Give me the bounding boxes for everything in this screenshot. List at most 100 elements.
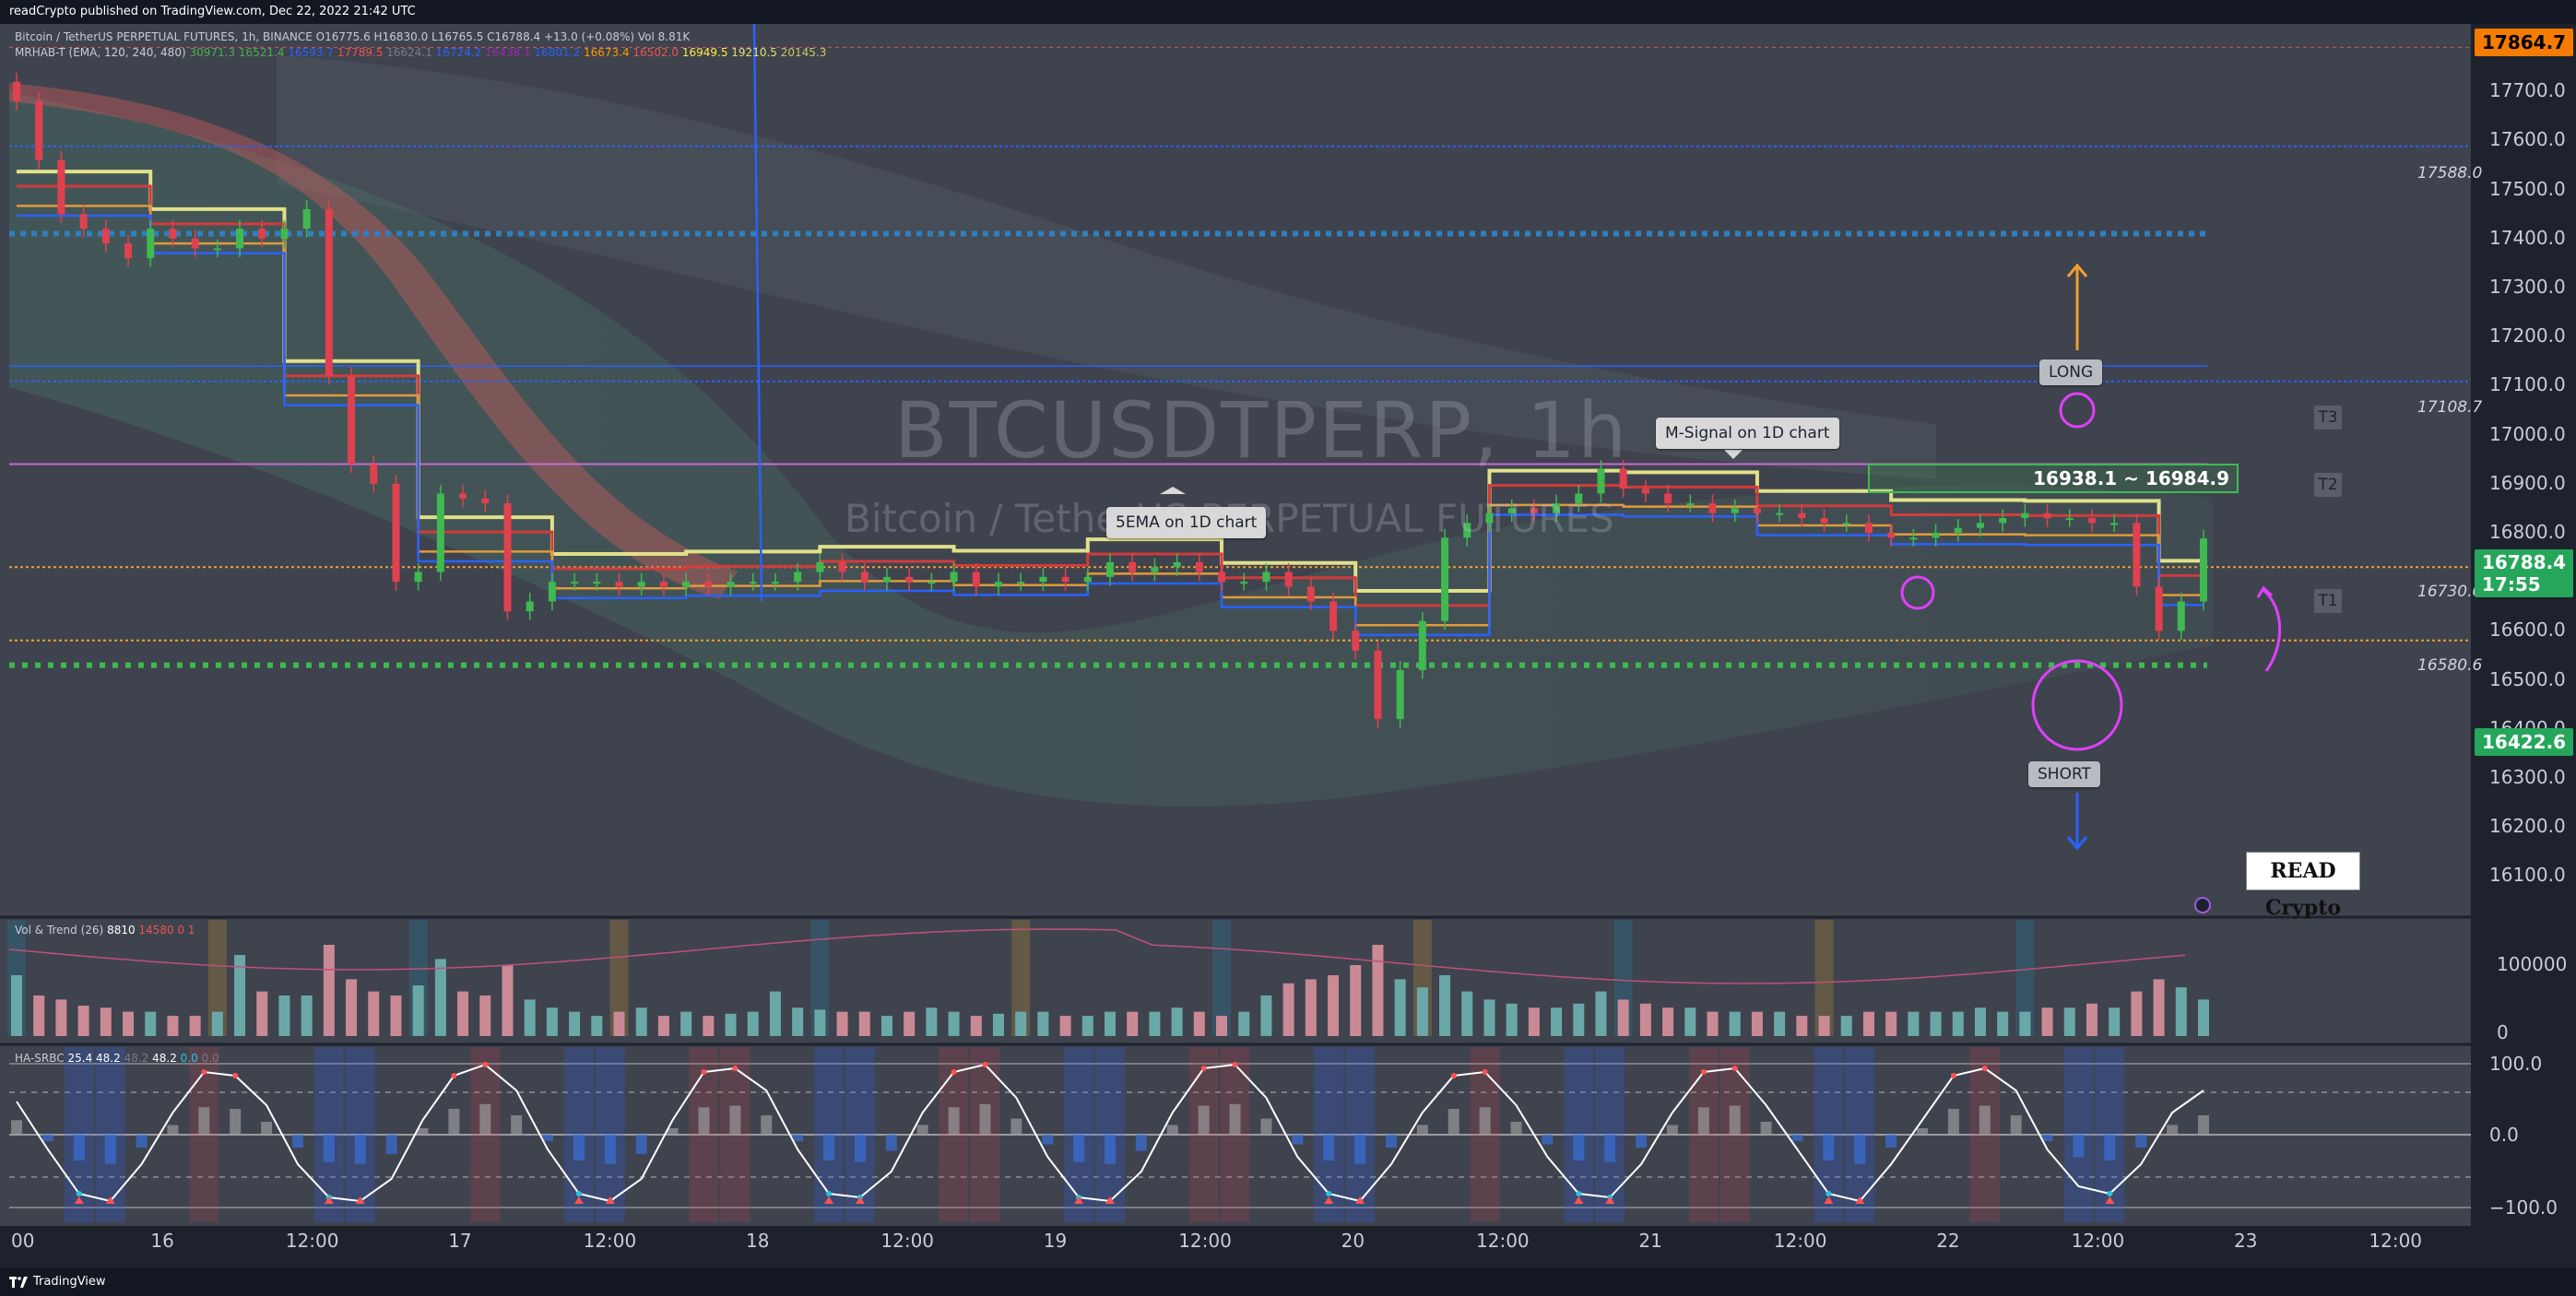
candle-body[interactable] [1708,503,1717,513]
candle-body[interactable] [1061,576,1069,583]
oscillator-histogram-bar[interactable] [1885,1135,1897,1148]
candle-body[interactable] [704,582,713,587]
candle-body[interactable] [1083,576,1092,583]
volume-bar[interactable] [502,965,514,1036]
oscillator-histogram-bar[interactable] [1010,1118,1022,1136]
candle-body[interactable] [593,582,601,584]
oscillator-histogram-bar[interactable] [2167,1125,2179,1136]
volume-bar[interactable] [1997,1011,2009,1036]
oscillator-histogram-bar[interactable] [2073,1135,2085,1158]
volume-bar[interactable] [836,1011,848,1036]
candle-body[interactable] [2155,586,2163,631]
candle-body[interactable] [2021,513,2029,519]
legend-volume[interactable]: Vol & Trend (26) 8810 14580 0 1 [15,924,195,937]
candle-body[interactable] [481,498,490,504]
oscillator-histogram-bar[interactable] [511,1115,523,1135]
candle-body[interactable] [2043,513,2051,519]
volume-bar[interactable] [1796,1016,1808,1036]
volume-bar[interactable] [703,1016,715,1036]
oscillator-histogram-bar[interactable] [1947,1109,1959,1135]
volume-bar[interactable] [2041,1007,2053,1036]
oscillator-histogram-bar[interactable] [823,1135,835,1161]
ema-callout[interactable]: 5EMA on 1D chart [1106,507,1267,538]
candle-body[interactable] [370,464,378,484]
candle-body[interactable] [213,248,221,251]
oscillator-histogram-bar[interactable] [1385,1135,1397,1148]
candle-body[interactable] [2110,523,2119,525]
volume-bar[interactable] [301,996,313,1036]
volume-bar[interactable] [792,1007,804,1036]
oscillator-histogram-bar[interactable] [198,1107,210,1135]
volume-bar[interactable] [1930,1011,1942,1036]
long-label[interactable]: LONG [2039,359,2103,385]
t3-label[interactable]: T3 [2314,406,2342,430]
candle-body[interactable] [2065,518,2074,521]
volume-bar[interactable] [434,959,446,1036]
oscillator-histogram-bar[interactable] [448,1109,460,1135]
candle-body[interactable] [1396,669,1404,720]
candle-body[interactable] [1909,537,1918,540]
volume-bar[interactable] [1305,979,1317,1036]
candle-body[interactable] [1864,523,1873,533]
candle-body[interactable] [972,571,980,587]
oscillator-histogram-bar[interactable] [136,1135,148,1148]
volume-bar[interactable] [1952,1011,1964,1036]
volume-bar[interactable] [948,1011,960,1036]
volume-bar[interactable] [1372,945,1384,1036]
candle-body[interactable] [1352,630,1360,651]
volume-bar[interactable] [145,1011,157,1036]
volume-bar[interactable] [613,1011,625,1036]
candle-body[interactable] [169,229,177,239]
volume-bar[interactable] [1350,965,1362,1036]
candle-body[interactable] [1306,586,1315,602]
candle-body[interactable] [2200,538,2207,602]
oscillator-histogram-bar[interactable] [385,1135,397,1154]
oscillator-histogram-bar[interactable] [354,1135,366,1164]
candle-body[interactable] [1106,561,1114,577]
candle-body[interactable] [1441,537,1449,621]
oscillator-histogram-bar[interactable] [573,1135,585,1161]
candle-body[interactable] [302,208,311,230]
oscillator-histogram-bar[interactable] [1292,1135,1304,1145]
candle-body[interactable] [860,571,869,583]
candle-body[interactable] [749,582,757,584]
volume-bar[interactable] [346,979,358,1036]
candle-body[interactable] [615,582,623,587]
candle-body[interactable] [436,493,444,572]
volume-bar[interactable] [858,1011,870,1036]
volume-bar[interactable] [1394,979,1406,1036]
candle-body[interactable] [79,214,88,230]
legend-main[interactable]: Bitcoin / TetherUS PERPETUAL FUTURES, 1h… [15,30,690,43]
candle-body[interactable] [459,493,467,499]
oscillator-histogram-bar[interactable] [1260,1118,1272,1136]
candle-body[interactable] [548,582,556,602]
candle-body[interactable] [950,571,958,583]
oscillator-histogram-bar[interactable] [2010,1115,2022,1135]
volume-bar[interactable] [680,1011,692,1036]
volume-bar[interactable] [1483,999,1495,1036]
oscillator-histogram-bar[interactable] [854,1135,866,1162]
msignal-callout[interactable]: M-Signal on 1D chart [1656,418,1839,449]
candle-body[interactable] [1776,513,1784,515]
oscillator-histogram-bar[interactable] [291,1135,303,1148]
t2-label[interactable]: T2 [2314,473,2342,497]
volume-bar[interactable] [1908,1011,1920,1036]
volume-bar[interactable] [1707,1011,1719,1036]
candle-body[interactable] [682,582,691,587]
candle-body[interactable] [1887,533,1896,538]
oscillator-histogram-bar[interactable] [1697,1107,1709,1135]
volume-bar[interactable] [904,1011,916,1036]
candle-body[interactable] [1017,582,1025,584]
candle-body[interactable] [2177,601,2185,631]
volume-bar[interactable] [2019,1011,2031,1036]
volume-bar[interactable] [569,1011,581,1036]
candle-body[interactable] [1731,508,1739,513]
volume-bar[interactable] [2131,991,2143,1036]
volume-bar[interactable] [1774,1011,1786,1036]
candle-body[interactable] [503,503,512,612]
volume-bar[interactable] [970,1016,982,1036]
oscillator-histogram-bar[interactable] [1573,1135,1585,1161]
t1-label[interactable]: T1 [2314,589,2342,613]
candle-body[interactable] [57,159,65,215]
volume-bar[interactable] [479,996,491,1036]
